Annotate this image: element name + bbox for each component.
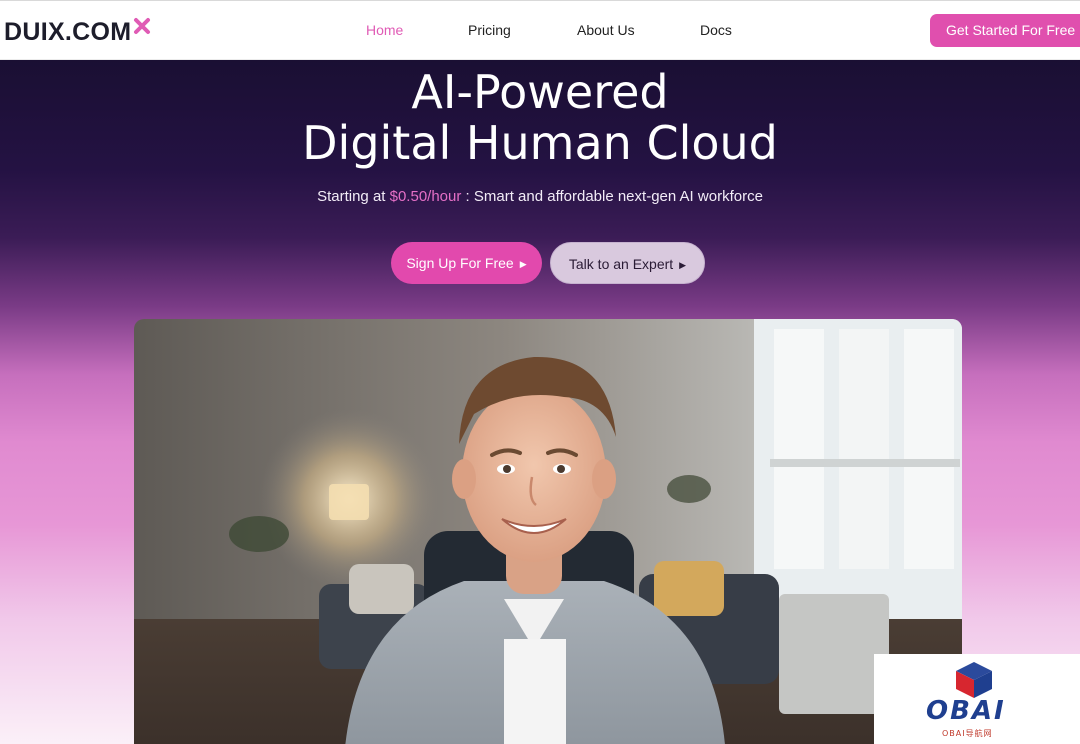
obai-watermark: OBAI OBAI导航网 xyxy=(874,654,1080,744)
hero-section: AI-Powered Digital Human Cloud Starting … xyxy=(0,60,1080,744)
main-nav: Home Pricing About Us Docs xyxy=(0,1,1080,61)
cube-logo-icon xyxy=(956,662,992,698)
digital-human-illustration xyxy=(134,319,962,744)
talk-to-expert-button[interactable]: Talk to an Expert ▶ xyxy=(550,242,705,284)
talk-to-expert-label: Talk to an Expert xyxy=(568,256,674,272)
watermark-subtext: OBAI导航网 xyxy=(942,729,993,738)
hero-title-line1: AI-Powered xyxy=(411,65,669,119)
play-triangle-icon: ▶ xyxy=(519,259,527,269)
subtitle-suffix: : Smart and affordable next-gen AI workf… xyxy=(461,188,763,205)
digital-human-preview-image xyxy=(134,319,962,744)
nav-home-link[interactable]: Home xyxy=(366,22,403,38)
sign-up-button[interactable]: Sign Up For Free ▶ xyxy=(391,242,542,284)
play-triangle-icon: ▶ xyxy=(679,260,687,270)
hero-subtitle: Starting at $0.50/hour : Smart and affor… xyxy=(0,188,1080,205)
get-started-button[interactable]: Get Started For Free xyxy=(930,14,1080,47)
subtitle-prefix: Starting at xyxy=(317,188,390,205)
hero-title-line2: Digital Human Cloud xyxy=(302,116,778,170)
top-navbar: DUIX.COM Home Pricing About Us Docs Get … xyxy=(0,0,1080,60)
nav-about-link[interactable]: About Us xyxy=(577,22,635,38)
price-highlight: $0.50/hour xyxy=(389,188,462,205)
nav-pricing-link[interactable]: Pricing xyxy=(468,22,511,38)
sign-up-label: Sign Up For Free xyxy=(406,255,514,271)
watermark-text: OBAI xyxy=(926,696,1006,726)
nav-docs-link[interactable]: Docs xyxy=(700,22,732,38)
